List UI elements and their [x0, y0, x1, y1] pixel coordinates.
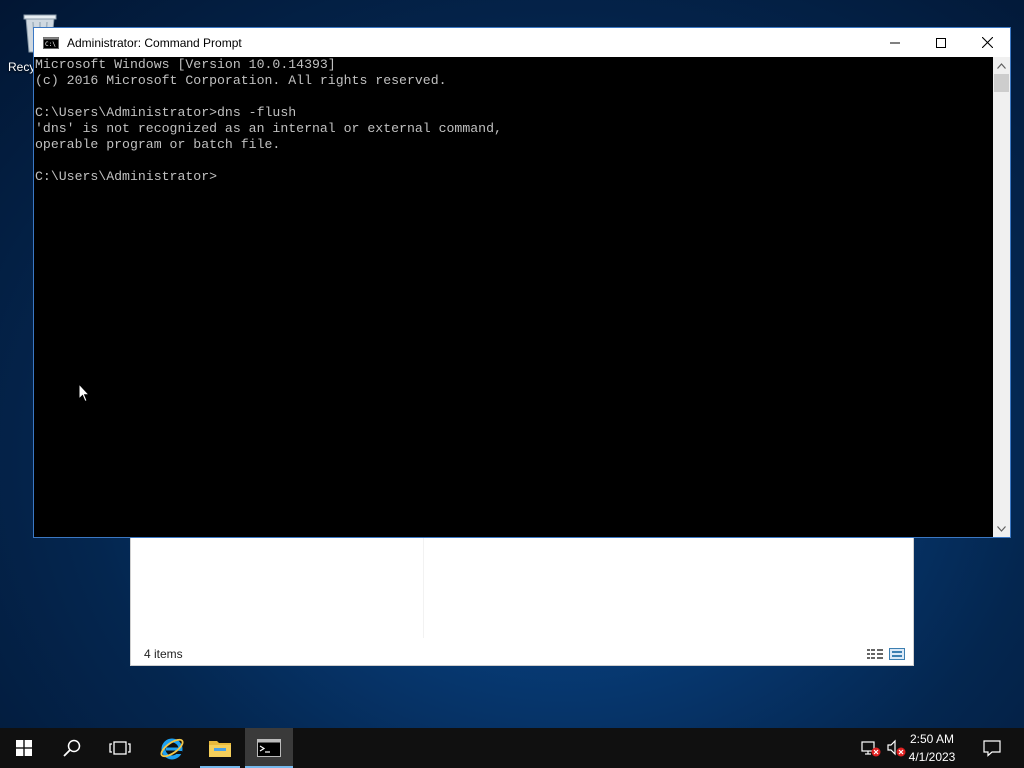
status-bar-item-count: 4 items — [144, 647, 183, 661]
taskbar-internet-explorer[interactable] — [148, 728, 196, 768]
console-output[interactable]: Microsoft Windows [Version 10.0.14393] (… — [34, 57, 993, 537]
internet-explorer-icon — [160, 738, 184, 760]
search-button[interactable] — [48, 728, 96, 768]
maximize-button[interactable] — [918, 28, 964, 57]
window-titlebar[interactable]: C:\ Administrator: Command Prompt — [34, 28, 1010, 57]
action-center-button[interactable] — [974, 728, 1010, 768]
maximize-icon — [936, 37, 946, 48]
scrollbar-thumb[interactable] — [994, 74, 1009, 92]
chevron-up-icon — [997, 62, 1006, 69]
large-icons-view-icon[interactable] — [889, 647, 905, 660]
window-title: Administrator: Command Prompt — [67, 35, 242, 50]
scroll-up-button[interactable] — [993, 57, 1010, 74]
console-line: Microsoft Windows [Version 10.0.14393] — [35, 57, 336, 72]
taskbar-command-prompt[interactable] — [245, 728, 293, 768]
file-explorer-window[interactable]: 4 items — [130, 538, 914, 666]
task-view-button[interactable] — [96, 728, 144, 768]
scroll-down-button[interactable] — [993, 520, 1010, 537]
search-icon — [63, 739, 81, 757]
details-view-icon[interactable] — [867, 647, 883, 659]
minimize-icon — [890, 42, 900, 43]
console-line: 'dns' is not recognized as an internal o… — [35, 121, 502, 136]
console-prompt-line[interactable]: C:\Users\Administrator> — [35, 169, 993, 185]
minimize-button[interactable] — [872, 28, 918, 57]
clock-date: 4/1/2023 — [908, 750, 956, 764]
network-tray-button[interactable] — [860, 728, 882, 768]
taskbar: 2:50 AM 4/1/2023 — [0, 728, 1024, 768]
file-explorer-icon — [209, 741, 231, 757]
task-view-icon — [109, 741, 131, 755]
command-prompt-icon: C:\ — [43, 36, 59, 49]
close-icon — [981, 37, 993, 48]
notification-icon — [983, 740, 1001, 757]
column-divider — [423, 538, 424, 638]
command-prompt-window[interactable]: C:\ Administrator: Command Prompt Micros… — [33, 27, 1011, 538]
network-error-icon — [861, 741, 881, 757]
vertical-scrollbar[interactable] — [993, 57, 1010, 537]
chevron-down-icon — [997, 525, 1006, 532]
start-icon — [16, 740, 32, 756]
command-prompt-icon — [257, 739, 281, 757]
clock[interactable]: 2:50 AM 4/1/2023 — [902, 730, 962, 766]
mouse-pointer-icon — [78, 383, 90, 403]
start-button[interactable] — [0, 728, 48, 768]
svg-text:C:\: C:\ — [45, 41, 56, 48]
close-button[interactable] — [964, 28, 1010, 57]
console-line: operable program or batch file. — [35, 137, 281, 152]
console-line: C:\Users\Administrator>dns -flush — [35, 105, 297, 120]
taskbar-file-explorer[interactable] — [200, 728, 240, 768]
clock-time: 2:50 AM — [909, 732, 955, 746]
console-line: (c) 2016 Microsoft Corporation. All righ… — [35, 73, 447, 88]
